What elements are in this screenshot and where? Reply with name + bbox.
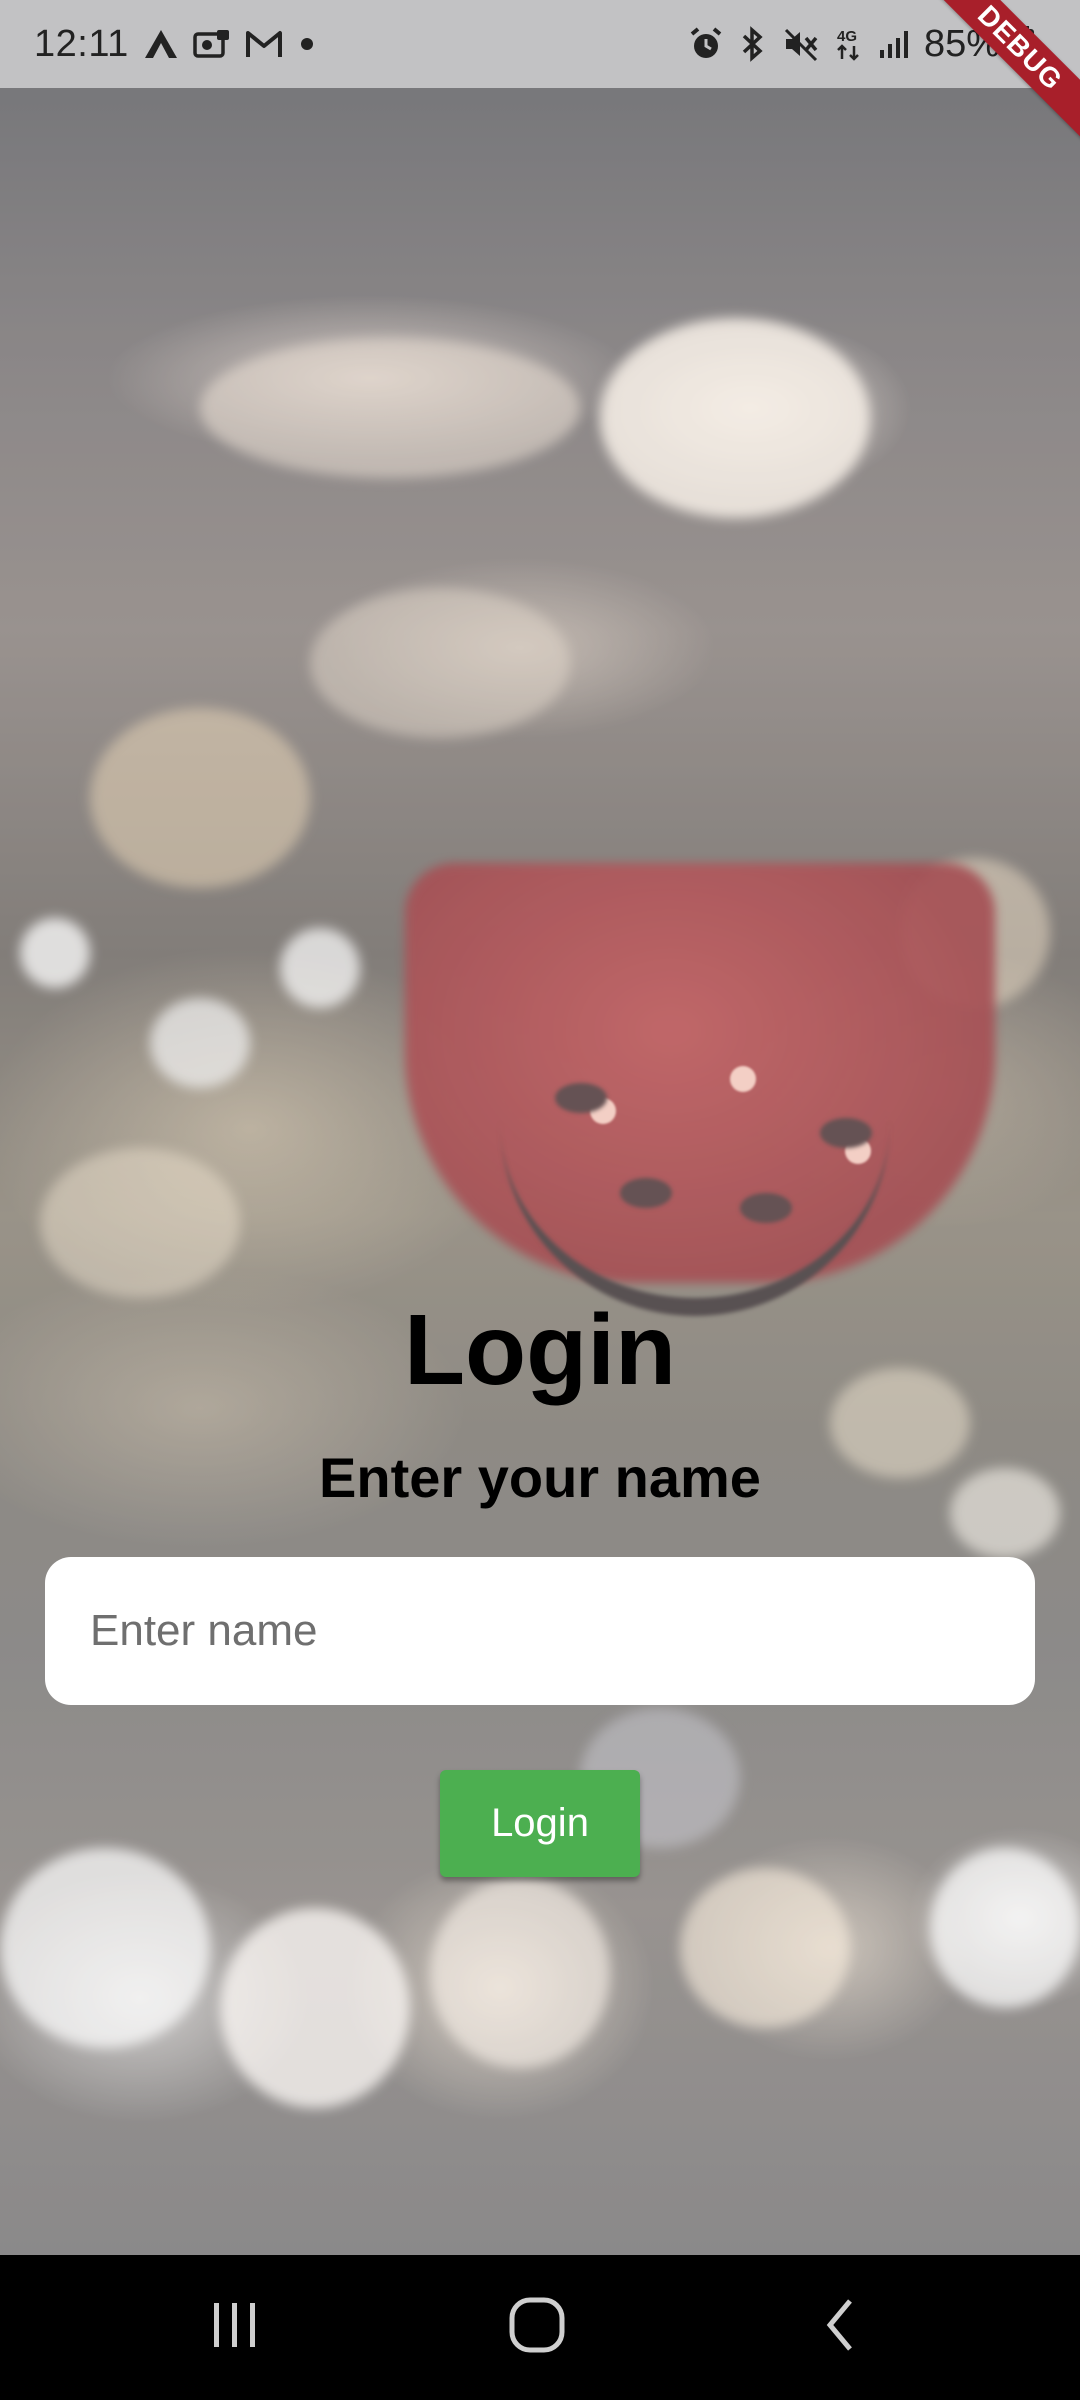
network-label: 4G	[837, 28, 857, 45]
navigation-bar	[0, 2255, 1080, 2400]
status-left: 12:11	[34, 23, 317, 66]
back-icon	[810, 2295, 870, 2360]
recent-apps-icon	[205, 2295, 265, 2360]
bluetooth-icon	[738, 26, 768, 62]
mute-icon	[782, 26, 820, 62]
recent-apps-button[interactable]	[155, 2255, 315, 2400]
login-button[interactable]: Login	[440, 1770, 640, 1877]
background-image	[0, 88, 1080, 2255]
home-icon	[505, 2293, 569, 2362]
subtitle: Enter your name	[319, 1446, 761, 1509]
status-time: 12:11	[34, 22, 129, 65]
dot-icon	[297, 34, 317, 54]
arrow-app-icon	[143, 28, 179, 60]
alarm-icon	[688, 26, 724, 62]
photo-app-icon	[193, 28, 231, 60]
gmail-icon	[245, 29, 283, 59]
4g-icon: 4G	[834, 26, 864, 62]
page-title: Login	[403, 1294, 677, 1406]
home-button[interactable]	[457, 2255, 617, 2400]
back-button[interactable]	[760, 2255, 920, 2400]
status-bar: 12:11 4G 85%	[0, 0, 1080, 88]
name-input[interactable]	[45, 1557, 1035, 1705]
signal-icon	[878, 28, 910, 60]
